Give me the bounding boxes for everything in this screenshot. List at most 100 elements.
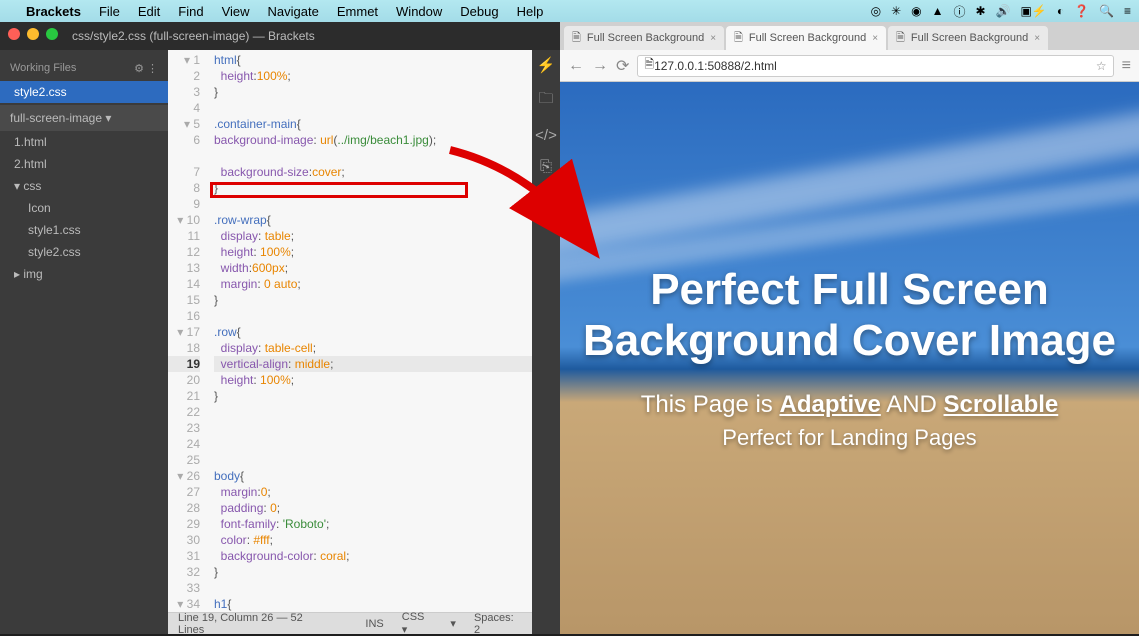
- menu-button[interactable]: ≡: [1122, 57, 1131, 75]
- tray-icon[interactable]: ✳: [891, 4, 901, 18]
- tray-icon[interactable]: ❓: [1074, 4, 1089, 18]
- project-dropdown[interactable]: full-screen-image ▾: [0, 105, 168, 131]
- code-line[interactable]: margin: 0 auto;: [214, 276, 532, 292]
- code-line[interactable]: [214, 452, 532, 468]
- browser-tab[interactable]: 🗎Full Screen Background×: [726, 26, 886, 50]
- tree-item[interactable]: ▾ css: [0, 175, 168, 197]
- page-icon: 🗎: [644, 55, 654, 76]
- code-editor[interactable]: ▾ 1234▾ 56789▾ 10111213141516▾ 171819202…: [168, 50, 532, 634]
- code-line[interactable]: body{: [214, 468, 532, 484]
- macos-menubar: Brackets File Edit Find View Navigate Emmet Wi…: [0, 0, 1139, 22]
- right-toolbar: ⚡ 🗀 </> ⎘: [532, 50, 560, 634]
- hero-subline: Perfect for Landing Pages: [722, 425, 976, 451]
- hero-subtitle: This Page is Adaptive AND Scrollable: [641, 391, 1059, 419]
- indent-setting[interactable]: Spaces: 2: [474, 612, 522, 636]
- code-line[interactable]: .container-main{: [214, 116, 532, 132]
- tray-icon[interactable]: ≡: [1124, 4, 1131, 18]
- code-line[interactable]: }: [214, 388, 532, 404]
- toolbar-icon[interactable]: </>: [535, 127, 557, 144]
- reload-button[interactable]: ⟳: [616, 56, 629, 76]
- code-line[interactable]: font-family: 'Roboto';: [214, 516, 532, 532]
- forward-button[interactable]: →: [592, 57, 608, 75]
- code-line[interactable]: display: table;: [214, 228, 532, 244]
- code-line[interactable]: display: table-cell;: [214, 340, 532, 356]
- code-line[interactable]: [214, 100, 532, 116]
- code-line[interactable]: background-size:cover;: [214, 164, 532, 180]
- browser-window: 🗎Full Screen Background×🗎Full Screen Bac…: [560, 22, 1139, 634]
- code-line[interactable]: }: [214, 564, 532, 580]
- code-line[interactable]: }: [214, 180, 532, 196]
- code-line[interactable]: background-color: coral;: [214, 548, 532, 564]
- tray-icon[interactable]: ◉: [911, 4, 921, 18]
- window-controls[interactable]: [8, 28, 58, 40]
- tree-item[interactable]: Icon: [0, 197, 168, 219]
- back-button[interactable]: ←: [568, 57, 584, 75]
- editor-tab-title: css/style2.css (full-screen-image) — Bra…: [0, 22, 560, 50]
- working-file-item[interactable]: style2.css: [0, 81, 168, 103]
- tray-icon[interactable]: ✱: [976, 4, 986, 18]
- code-line[interactable]: }: [214, 292, 532, 308]
- code-line[interactable]: [214, 420, 532, 436]
- chevron-down-icon: ▾: [105, 111, 111, 125]
- code-line[interactable]: html{: [214, 52, 532, 68]
- tree-item[interactable]: 1.html: [0, 131, 168, 153]
- tray-icon[interactable]: 🔊: [996, 4, 1011, 18]
- address-bar[interactable]: 🗎 127.0.0.1:50888/2.html☆: [637, 55, 1113, 77]
- language-mode[interactable]: CSS ▾: [402, 611, 433, 636]
- tree-item[interactable]: style1.css: [0, 219, 168, 241]
- menu-edit[interactable]: Edit: [138, 4, 160, 19]
- code-line[interactable]: [214, 436, 532, 452]
- tray-icon[interactable]: ◎: [871, 4, 881, 18]
- bookmark-icon[interactable]: ☆: [1096, 59, 1107, 73]
- browser-tabstrip: 🗎Full Screen Background×🗎Full Screen Bac…: [560, 22, 1139, 50]
- menu-emmet[interactable]: Emmet: [337, 4, 378, 19]
- code-line[interactable]: [214, 308, 532, 324]
- menu-view[interactable]: View: [222, 4, 250, 19]
- code-line[interactable]: color: #fff;: [214, 532, 532, 548]
- toolbar-icon[interactable]: ⎘: [540, 158, 552, 175]
- tree-item[interactable]: ▸ img: [0, 263, 168, 285]
- code-line[interactable]: height:100%;: [214, 68, 532, 84]
- menu-help[interactable]: Help: [517, 4, 544, 19]
- menu-find[interactable]: Find: [178, 4, 203, 19]
- insert-mode[interactable]: INS: [365, 618, 383, 630]
- menu-file[interactable]: File: [99, 4, 120, 19]
- tree-item[interactable]: 2.html: [0, 153, 168, 175]
- browser-tab[interactable]: 🗎Full Screen Background×: [888, 26, 1048, 50]
- sidebar: Working Files⚙ ⋮ style2.css full-screen-…: [0, 50, 168, 634]
- code-line[interactable]: .row-wrap{: [214, 212, 532, 228]
- hero-title: Perfect Full Screen Background Cover Ima…: [580, 265, 1119, 366]
- code-line[interactable]: h1{: [214, 596, 532, 612]
- working-files-header[interactable]: Working Files⚙ ⋮: [0, 56, 168, 81]
- code-line[interactable]: height: 100%;: [214, 244, 532, 260]
- code-line[interactable]: [214, 196, 532, 212]
- code-line[interactable]: height: 100%;: [214, 372, 532, 388]
- tree-item[interactable]: style2.css: [0, 241, 168, 263]
- menu-navigate[interactable]: Navigate: [268, 4, 319, 19]
- menubar-app[interactable]: Brackets: [26, 4, 81, 19]
- toolbar-icon[interactable]: ⚡: [537, 56, 556, 74]
- code-line[interactable]: [214, 580, 532, 596]
- browser-tab[interactable]: 🗎Full Screen Background×: [564, 26, 724, 50]
- menu-debug[interactable]: Debug: [460, 4, 498, 19]
- code-line[interactable]: width:600px;: [214, 260, 532, 276]
- status-bar: Line 19, Column 26 — 52 Lines INS CSS ▾ …: [168, 612, 532, 634]
- cursor-position: Line 19, Column 26 — 52 Lines: [178, 612, 329, 636]
- tray-icon[interactable]: ◐: [1057, 4, 1064, 18]
- tray-icon[interactable]: ▣⚡: [1021, 4, 1047, 18]
- toolbar-icon[interactable]: 🗀: [538, 88, 553, 113]
- tray-icon[interactable]: ▲: [932, 4, 944, 18]
- tray-icon[interactable]: ⓘ: [954, 3, 966, 20]
- code-line[interactable]: background-image: url(../img/beach1.jpg)…: [214, 132, 532, 164]
- rendered-page: Perfect Full Screen Background Cover Ima…: [560, 82, 1139, 634]
- brackets-window: css/style2.css (full-screen-image) — Bra…: [0, 22, 560, 634]
- code-line[interactable]: }: [214, 84, 532, 100]
- code-line[interactable]: [214, 404, 532, 420]
- code-line[interactable]: .row{: [214, 324, 532, 340]
- code-line[interactable]: margin:0;: [214, 484, 532, 500]
- tray-icon[interactable]: 🔍: [1099, 4, 1114, 18]
- gear-icon[interactable]: ⚙ ⋮: [134, 62, 158, 75]
- menu-window[interactable]: Window: [396, 4, 442, 19]
- code-line[interactable]: vertical-align: middle;: [214, 356, 532, 372]
- code-line[interactable]: padding: 0;: [214, 500, 532, 516]
